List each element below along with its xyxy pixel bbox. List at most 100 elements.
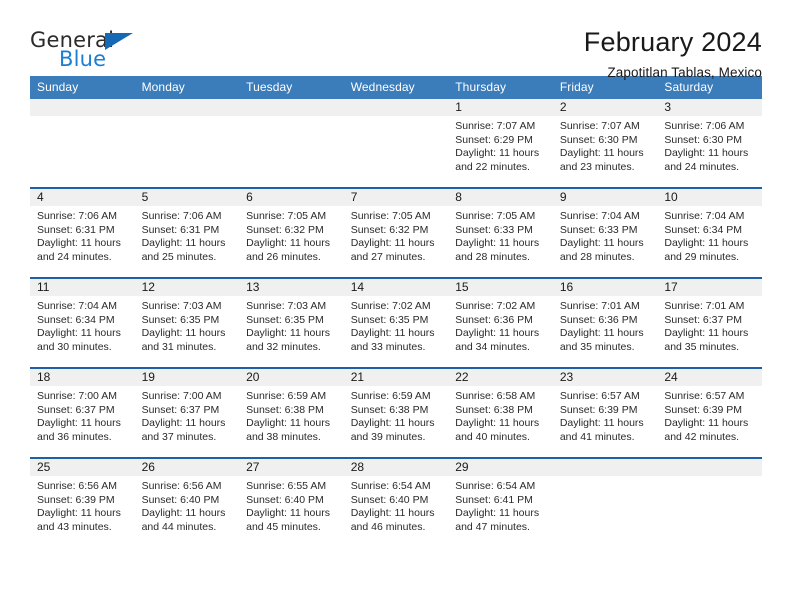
calendar-cell[interactable]: 22 Sunrise: 6:58 AM Sunset: 6:38 PM Dayligh…	[448, 367, 553, 458]
day-cell	[343, 99, 449, 187]
calendar-cell[interactable]: 27 Sunrise: 6:55 AM Sunset: 6:40 PM Dayligh…	[239, 457, 344, 547]
sunset-text: Sunset: 6:37 PM	[141, 403, 220, 416]
calendar-cell[interactable]: 11 Sunrise: 7:04 AM Sunset: 6:34 PM Dayligh…	[30, 277, 135, 368]
calendar-cell[interactable]: 2 Sunrise: 7:07 AM Sunset: 6:30 PM Daylight…	[552, 99, 658, 188]
calendar-cell[interactable]: 8 Sunrise: 7:05 AM Sunset: 6:33 PM Daylight…	[448, 187, 553, 278]
day-cell: 25 Sunrise: 6:56 AM Sunset: 6:39 PM Dayligh…	[30, 459, 135, 547]
day-number: 19	[134, 369, 240, 386]
day-details: Sunrise: 7:05 AM Sunset: 6:32 PM Daylight:…	[239, 206, 344, 264]
sunrise-text: Sunrise: 7:03 AM	[246, 300, 327, 312]
sunset-text: Sunset: 6:36 PM	[559, 313, 638, 326]
calendar-week-row: 4 Sunrise: 7:06 AM Sunset: 6:31 PM Daylight…	[30, 187, 762, 278]
sunrise-text: Sunrise: 7:05 AM	[350, 210, 431, 222]
daylight-text-line1: Daylight: 11 hours	[455, 147, 540, 160]
calendar-cell[interactable]: 25 Sunrise: 6:56 AM Sunset: 6:39 PM Dayligh…	[30, 457, 135, 547]
day-details: Sunrise: 6:57 AM Sunset: 6:39 PM Daylight:…	[657, 386, 762, 444]
calendar-cell[interactable]: 13 Sunrise: 7:03 AM Sunset: 6:35 PM Dayligh…	[239, 277, 344, 368]
calendar-cell[interactable]: 29 Sunrise: 6:54 AM Sunset: 6:41 PM Dayligh…	[448, 457, 553, 547]
day-details: Sunrise: 7:02 AM Sunset: 6:35 PM Daylight:…	[344, 296, 449, 354]
daylight-text-line1: Daylight: 11 hours	[455, 417, 540, 430]
calendar-cell[interactable]: 9 Sunrise: 7:04 AM Sunset: 6:33 PM Daylight…	[552, 187, 658, 278]
calendar-cell[interactable]: 14 Sunrise: 7:02 AM Sunset: 6:35 PM Dayligh…	[343, 277, 449, 368]
sunrise-text: Sunrise: 7:00 AM	[37, 390, 117, 402]
day-details: Sunrise: 7:02 AM Sunset: 6:36 PM Daylight:…	[448, 296, 553, 354]
day-number: 25	[30, 459, 135, 476]
daylight-text-line1: Daylight: 11 hours	[141, 417, 226, 430]
day-number	[239, 99, 344, 116]
sunset-text: Sunset: 6:30 PM	[559, 133, 638, 146]
calendar-cell[interactable]: 15 Sunrise: 7:02 AM Sunset: 6:36 PM Dayligh…	[448, 277, 553, 368]
sunrise-text: Sunrise: 7:06 AM	[37, 210, 117, 222]
day-number: 13	[239, 279, 344, 296]
calendar-cell[interactable]: 18 Sunrise: 7:00 AM Sunset: 6:37 PM Dayligh…	[30, 367, 135, 458]
calendar-week-row: 25 Sunrise: 6:56 AM Sunset: 6:39 PM Dayligh…	[30, 457, 762, 547]
day-details: Sunrise: 7:01 AM Sunset: 6:37 PM Daylight:…	[657, 296, 762, 354]
calendar-cell[interactable]: 4 Sunrise: 7:06 AM Sunset: 6:31 PM Daylight…	[30, 187, 135, 278]
daylight-text-line2: and 25 minutes.	[141, 250, 217, 263]
sunrise-text: Sunrise: 7:07 AM	[455, 120, 536, 132]
day-number	[30, 99, 135, 116]
day-details: Sunrise: 7:04 AM Sunset: 6:34 PM Daylight:…	[30, 296, 135, 354]
sunrise-text: Sunrise: 6:57 AM	[664, 390, 745, 402]
day-number: 17	[657, 279, 762, 296]
day-cell: 14 Sunrise: 7:02 AM Sunset: 6:35 PM Dayligh…	[343, 279, 449, 367]
day-number: 5	[134, 189, 240, 206]
day-cell: 16 Sunrise: 7:01 AM Sunset: 6:36 PM Dayligh…	[552, 279, 658, 367]
day-number: 23	[552, 369, 658, 386]
daylight-text-line2: and 47 minutes.	[455, 520, 530, 533]
daylight-text-line2: and 45 minutes.	[246, 520, 321, 533]
sunrise-text: Sunrise: 6:57 AM	[559, 390, 640, 402]
day-cell	[552, 459, 658, 547]
daylight-text-line2: and 23 minutes.	[559, 160, 635, 173]
calendar-cell[interactable]: 17 Sunrise: 7:01 AM Sunset: 6:37 PM Dayligh…	[657, 277, 762, 368]
day-number: 2	[552, 99, 658, 116]
daylight-text-line2: and 27 minutes.	[350, 250, 426, 263]
daylight-text-line1: Daylight: 11 hours	[455, 237, 540, 250]
day-number: 10	[657, 189, 762, 206]
sunrise-text: Sunrise: 7:05 AM	[246, 210, 327, 222]
logo[interactable]: General Blue	[30, 28, 150, 74]
day-cell	[657, 459, 762, 547]
sunrise-text: Sunrise: 6:55 AM	[246, 480, 327, 492]
sunrise-text: Sunrise: 7:07 AM	[559, 120, 640, 132]
sunrise-text: Sunrise: 7:01 AM	[664, 300, 745, 312]
calendar-cell[interactable]: 23 Sunrise: 6:57 AM Sunset: 6:39 PM Dayligh…	[552, 367, 658, 458]
day-details: Sunrise: 7:04 AM Sunset: 6:33 PM Daylight:…	[553, 206, 658, 264]
daylight-text-line2: and 38 minutes.	[246, 430, 321, 443]
day-cell: 26 Sunrise: 6:56 AM Sunset: 6:40 PM Dayligh…	[134, 459, 240, 547]
calendar-cell[interactable]: 24 Sunrise: 6:57 AM Sunset: 6:39 PM Dayligh…	[657, 367, 762, 458]
day-details: Sunrise: 7:07 AM Sunset: 6:30 PM Daylight:…	[553, 116, 658, 174]
day-number: 18	[30, 369, 135, 386]
calendar-cell[interactable]: 19 Sunrise: 7:00 AM Sunset: 6:37 PM Dayligh…	[134, 367, 240, 458]
calendar-cell[interactable]: 3 Sunrise: 7:06 AM Sunset: 6:30 PM Daylight…	[657, 99, 762, 188]
day-cell: 15 Sunrise: 7:02 AM Sunset: 6:36 PM Dayligh…	[448, 279, 553, 367]
calendar-cell	[134, 99, 240, 188]
day-details: Sunrise: 6:57 AM Sunset: 6:39 PM Daylight:…	[553, 386, 658, 444]
calendar-cell[interactable]: 10 Sunrise: 7:04 AM Sunset: 6:34 PM Dayligh…	[657, 187, 762, 278]
daylight-text-line2: and 31 minutes.	[141, 340, 217, 353]
daylight-text-line1: Daylight: 11 hours	[141, 507, 226, 520]
calendar-cell[interactable]: 16 Sunrise: 7:01 AM Sunset: 6:36 PM Dayligh…	[552, 277, 658, 368]
calendar-cell[interactable]: 1 Sunrise: 7:07 AM Sunset: 6:29 PM Daylight…	[448, 99, 553, 188]
sunrise-text: Sunrise: 7:02 AM	[350, 300, 431, 312]
day-cell	[134, 99, 240, 187]
calendar-cell[interactable]: 21 Sunrise: 6:59 AM Sunset: 6:38 PM Dayligh…	[343, 367, 449, 458]
calendar-cell[interactable]: 20 Sunrise: 6:59 AM Sunset: 6:38 PM Dayligh…	[239, 367, 344, 458]
calendar-cell[interactable]: 5 Sunrise: 7:06 AM Sunset: 6:31 PM Daylight…	[134, 187, 240, 278]
calendar-cell[interactable]: 28 Sunrise: 6:54 AM Sunset: 6:40 PM Dayligh…	[343, 457, 449, 547]
calendar-page: General Blue February 2024 Zapotitlan Ta…	[0, 0, 792, 612]
sunset-text: Sunset: 6:38 PM	[246, 403, 324, 416]
calendar-cell[interactable]: 26 Sunrise: 6:56 AM Sunset: 6:40 PM Dayligh…	[134, 457, 240, 547]
calendar-cell[interactable]: 12 Sunrise: 7:03 AM Sunset: 6:35 PM Dayligh…	[134, 277, 240, 368]
sunset-text: Sunset: 6:30 PM	[664, 133, 743, 146]
daylight-text-line2: and 34 minutes.	[455, 340, 530, 353]
calendar-cell	[552, 457, 658, 547]
day-number: 9	[552, 189, 658, 206]
day-cell: 23 Sunrise: 6:57 AM Sunset: 6:39 PM Dayligh…	[552, 369, 658, 457]
weekday-header-tuesday: Tuesday	[239, 76, 344, 99]
day-cell: 1 Sunrise: 7:07 AM Sunset: 6:29 PM Daylight…	[448, 99, 553, 187]
daylight-text-line1: Daylight: 11 hours	[455, 507, 540, 520]
calendar-cell[interactable]: 7 Sunrise: 7:05 AM Sunset: 6:32 PM Daylight…	[343, 187, 449, 278]
sunset-text: Sunset: 6:29 PM	[455, 133, 533, 146]
calendar-cell[interactable]: 6 Sunrise: 7:05 AM Sunset: 6:32 PM Daylight…	[239, 187, 344, 278]
